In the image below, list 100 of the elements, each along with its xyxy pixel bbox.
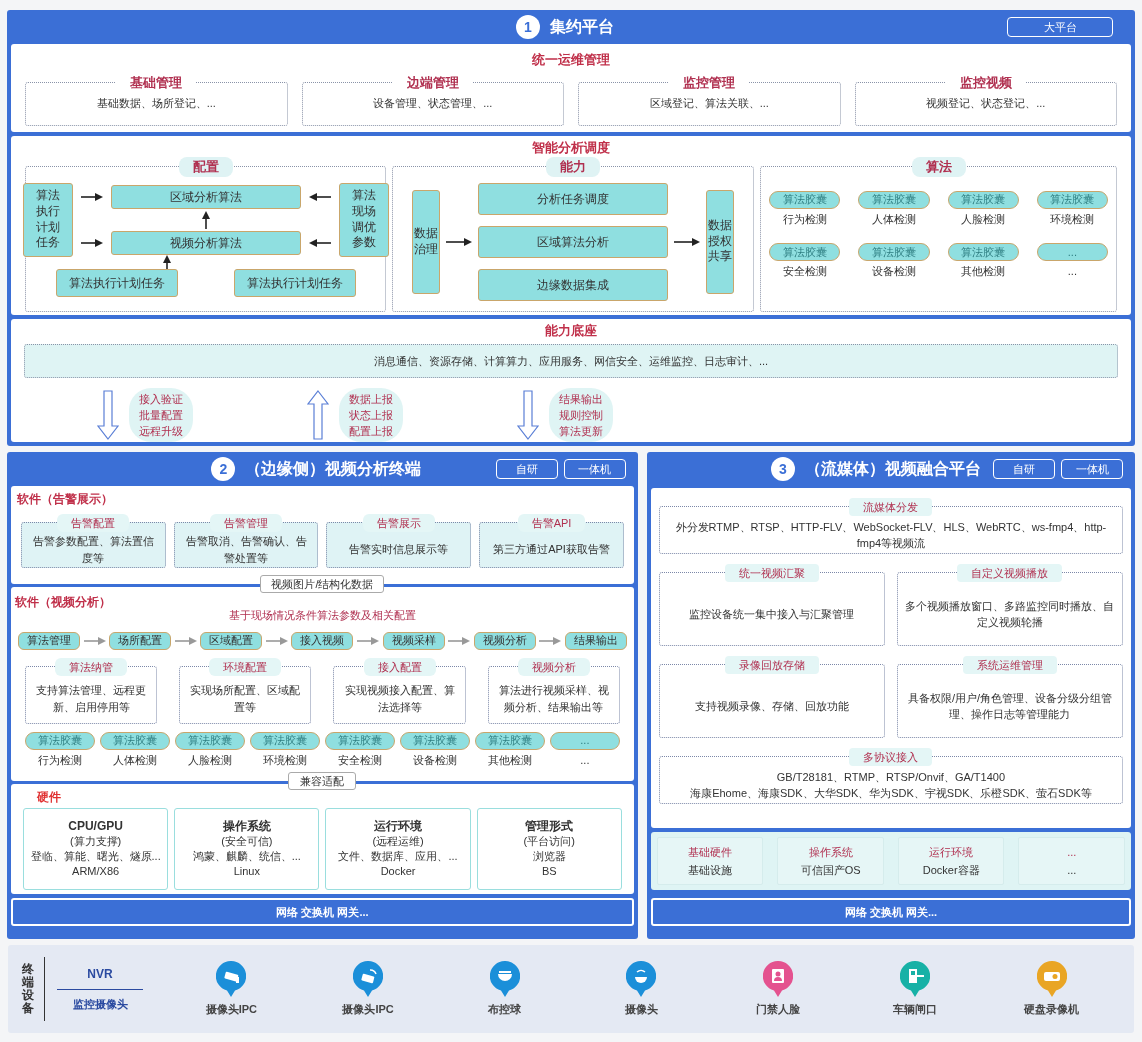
device-label: 布控球 <box>488 1001 522 1017</box>
ability-box: 区域算法分析 <box>478 225 668 258</box>
algorithm-capsule: 算法胶囊 <box>174 731 245 750</box>
base-text: 消息通信、资源存储、计算算力、应用服务、网信安全、运维监控、日志审计、... <box>24 344 1118 378</box>
network-bar: 网络 交换机 网关... <box>650 898 1131 926</box>
algorithm-capsule: ... <box>549 731 620 750</box>
task-box: 算法执行计划任务 <box>233 268 356 297</box>
arrow-icon <box>83 635 106 646</box>
algorithm-capsule: 算法胶囊 <box>947 243 1019 262</box>
nvr-label: NVR <box>87 966 113 984</box>
network-bar: 网络 交换机 网关... <box>11 898 634 926</box>
card-title: 环境配置 <box>209 657 282 676</box>
plan-task-box: 算法执行计划任务 <box>22 182 73 257</box>
card-text: 支持视频录像、存储、回放功能 <box>694 698 849 714</box>
algorithm-capsule: 算法胶囊 <box>769 243 841 262</box>
card-subtitle: (安全可信) <box>221 834 273 849</box>
card-text: Docker <box>380 864 416 879</box>
capsule-label: 行为检测 <box>782 211 827 227</box>
card-text: BS <box>541 864 557 879</box>
group-text: 基础数据、场所登记、... <box>96 95 216 111</box>
capsule-label: 人脸检测 <box>961 211 1006 227</box>
data-box: 数据授权共享 <box>706 189 734 294</box>
capsule-label: 人脸检测 <box>187 752 232 768</box>
panel-title: 配置 <box>178 156 233 177</box>
panel-heading: 统一运维管理 <box>532 51 610 69</box>
algorithm-capsule: 算法胶囊 <box>249 731 320 750</box>
panel-heading: 软件（视频分析） <box>15 594 112 611</box>
card-text: ARM/X86 <box>72 864 120 879</box>
panel-title: 算法 <box>911 156 966 177</box>
device-icon <box>1036 960 1067 997</box>
panel-heading: 软件（告警展示） <box>17 491 114 508</box>
card-text: 监控设备统一集中接入与汇聚管理 <box>689 606 855 622</box>
device-label: 门禁人脸 <box>756 1001 801 1017</box>
step-number: 3 <box>771 457 795 481</box>
capsule-label: 设备检测 <box>412 752 457 768</box>
side-label: 终端设备 <box>22 962 34 1016</box>
algorithm-capsule: 算法胶囊 <box>474 731 545 750</box>
step-pill: 视频采样 <box>382 631 445 650</box>
card-text: 浏览器 <box>532 849 566 864</box>
algorithm-capsule: 算法胶囊 <box>947 190 1019 209</box>
algorithm-capsule: 算法胶囊 <box>1036 190 1108 209</box>
card-title: 管理形式 <box>525 819 574 834</box>
data-link-label: 视频图片/结构化数据 <box>260 575 385 593</box>
section-title: 集约平台 <box>550 17 614 37</box>
ability-box: 边缘数据集成 <box>478 268 668 301</box>
step-pill: 算法管理 <box>18 631 80 650</box>
device-label: 车辆闸口 <box>892 1001 937 1017</box>
card-title: 流媒体分发 <box>849 498 933 516</box>
algorithm-capsule: 算法胶囊 <box>858 190 930 209</box>
card-text: Docker容器 <box>922 863 980 878</box>
arrow-icon <box>308 237 331 248</box>
arrow-icon <box>161 254 172 269</box>
card-text: 基础设施 <box>688 863 733 878</box>
device-icon <box>216 960 247 997</box>
card-text: 第三方通过API获取告警 <box>492 542 611 557</box>
card-text: 多个视频播放窗口、多路监控同时播放、自定义视频轮播 <box>904 598 1116 630</box>
card-title: 多协议接入 <box>849 748 933 766</box>
card-text: 告警取消、告警确认、告警处置等 <box>184 533 308 566</box>
card-title: 算法纳管 <box>55 657 128 676</box>
card-subtitle: (远程运维) <box>372 834 424 849</box>
step-pill: 结果输出 <box>564 631 627 650</box>
nvr-subtitle: 监控摄像头 <box>72 997 128 1013</box>
device-label: 摄像头IPC <box>342 1001 394 1017</box>
card-title: 告警API <box>517 514 586 532</box>
step-pill: 场所配置 <box>109 631 172 650</box>
arrow-icon <box>308 191 331 202</box>
card-text: 鸿蒙、麒麟、统信、... <box>192 849 301 864</box>
capsule-label: 环境检测 <box>1050 211 1095 227</box>
tag: 自研 <box>993 459 1055 479</box>
card-text: 具备权限/用户/角色管理、设备分级分组管理、操作日志等管理能力 <box>906 690 1114 722</box>
section-title: （流媒体）视频融合平台 <box>805 459 981 479</box>
card-text: 实现视频接入配置、算法选择等 <box>343 683 456 715</box>
device-icon <box>763 960 794 997</box>
card-text: 实现场所配置、区域配置等 <box>189 683 302 715</box>
card-title: 视频分析 <box>517 657 590 676</box>
device-icon <box>899 960 930 997</box>
step-number: 2 <box>211 457 236 481</box>
algorithm-capsule: 算法胶囊 <box>324 731 395 750</box>
device-label: 摄像头IPC <box>205 1001 257 1017</box>
capsule-label: 行为检测 <box>38 752 82 768</box>
capsule-label: 其他检测 <box>487 752 532 768</box>
tag: 大平台 <box>1007 17 1113 37</box>
capsule-label: 设备检测 <box>871 264 916 280</box>
capsule-label: 安全检测 <box>337 752 382 768</box>
algorithm-box: 视频分析算法 <box>110 230 301 255</box>
card-title: 统一视频汇聚 <box>724 564 819 582</box>
section-title: （边缘侧）视频分析终端 <box>245 459 422 479</box>
card-title: 录像回放存储 <box>724 656 819 674</box>
card-title: 操作系统 <box>222 819 271 834</box>
capsule-label: ... <box>1067 264 1077 280</box>
device-icon <box>626 960 657 997</box>
group-text: 视频登记、状态登记、... <box>926 95 1046 111</box>
arrow-icon <box>265 635 288 646</box>
card-text: 登临、算能、曙光、燧原... <box>30 849 161 864</box>
arrow-icon <box>80 191 103 202</box>
card-title: 操作系统 <box>808 844 853 860</box>
task-box: 算法执行计划任务 <box>55 268 178 297</box>
device-icon <box>353 960 384 997</box>
capsule-label: 环境检测 <box>262 752 307 768</box>
capsule-label: 其他检测 <box>961 264 1006 280</box>
